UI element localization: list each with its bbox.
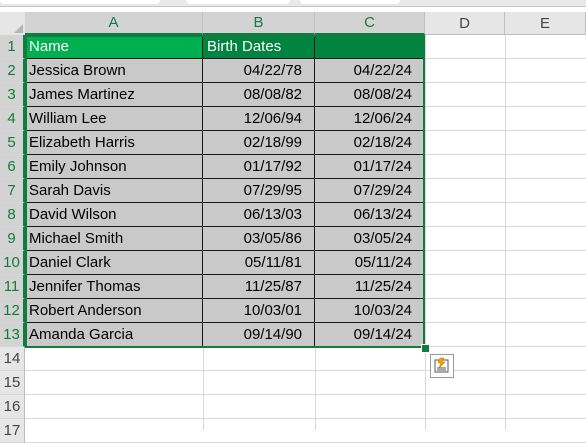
cell-b7[interactable]: 07/29/95: [203, 179, 315, 203]
cell-a4[interactable]: William Lee: [25, 107, 203, 131]
cell-a8[interactable]: David Wilson: [25, 203, 203, 227]
gridline: [425, 346, 586, 347]
gridline: [425, 274, 586, 275]
tab-fragment: [186, 0, 290, 4]
gridline: [425, 202, 586, 203]
gridline: [425, 154, 586, 155]
cell-a10[interactable]: Daniel Clark: [25, 251, 203, 275]
cell-a11[interactable]: Jennifer Thomas: [25, 275, 203, 299]
gridline: [203, 347, 204, 430]
gridline: [315, 347, 316, 430]
cell-c7[interactable]: 07/29/24: [315, 179, 425, 203]
gridline: [25, 418, 586, 419]
gridline: [25, 370, 586, 371]
gridline: [25, 394, 586, 395]
gridline: [425, 82, 586, 83]
quick-analysis-glyph: [434, 357, 449, 373]
row-header-6[interactable]: 6: [0, 155, 25, 179]
cell-a9[interactable]: Michael Smith: [25, 227, 203, 251]
cell-b13[interactable]: 09/14/90: [203, 323, 315, 347]
tab-fragment: [0, 0, 160, 4]
cell-a12[interactable]: Robert Anderson: [25, 299, 203, 323]
tab-fragment: [300, 0, 400, 4]
header-cell-b[interactable]: Birth Dates: [203, 35, 315, 59]
cell-a3[interactable]: James Martinez: [25, 83, 203, 107]
cell-a5[interactable]: Elizabeth Harris: [25, 131, 203, 155]
cell-c13[interactable]: 09/14/24: [315, 323, 425, 347]
gridline: [425, 250, 586, 251]
row-header-9[interactable]: 9: [0, 227, 25, 251]
cell-c6[interactable]: 01/17/24: [315, 155, 425, 179]
cell-c8[interactable]: 06/13/24: [315, 203, 425, 227]
cell-c11[interactable]: 11/25/24: [315, 275, 425, 299]
cell-a7[interactable]: Sarah Davis: [25, 179, 203, 203]
cell-c2[interactable]: 04/22/24: [315, 59, 425, 83]
row-header-5[interactable]: 5: [0, 131, 25, 155]
cell-b8[interactable]: 06/13/03: [203, 203, 315, 227]
column-header-b[interactable]: B: [203, 12, 315, 35]
row-header-16[interactable]: 16: [0, 395, 25, 419]
cell-b5[interactable]: 02/18/99: [203, 131, 315, 155]
column-header-e[interactable]: E: [505, 12, 586, 35]
select-all-button[interactable]: [0, 12, 26, 36]
gridline: [425, 106, 586, 107]
gridline: [425, 130, 586, 131]
cell-c5[interactable]: 02/18/24: [315, 131, 425, 155]
cell-a2[interactable]: Jessica Brown: [25, 59, 203, 83]
column-header-c[interactable]: C: [315, 12, 425, 35]
cell-b12[interactable]: 10/03/01: [203, 299, 315, 323]
row-header-11[interactable]: 11: [0, 275, 25, 299]
gridline: [425, 178, 586, 179]
row-header-13[interactable]: 13: [0, 323, 25, 347]
ribbon-edge: [0, 0, 586, 7]
cell-c10[interactable]: 05/11/24: [315, 251, 425, 275]
row-header-12[interactable]: 12: [0, 299, 25, 323]
cell-b4[interactable]: 12/06/94: [203, 107, 315, 131]
column-header-d[interactable]: D: [425, 12, 505, 35]
fill-handle[interactable]: [421, 344, 430, 353]
row-header-1[interactable]: 1: [0, 35, 25, 59]
cell-c3[interactable]: 08/08/24: [315, 83, 425, 107]
cell-b10[interactable]: 05/11/81: [203, 251, 315, 275]
cell-a6[interactable]: Emily Johnson: [25, 155, 203, 179]
row-header-8[interactable]: 8: [0, 203, 25, 227]
row-header-4[interactable]: 4: [0, 107, 25, 131]
row-header-2[interactable]: 2: [0, 59, 25, 83]
cell-b3[interactable]: 08/08/82: [203, 83, 315, 107]
cell-a13[interactable]: Amanda Garcia: [25, 323, 203, 347]
cell-c9[interactable]: 03/05/24: [315, 227, 425, 251]
gridline: [425, 226, 586, 227]
cell-b6[interactable]: 01/17/92: [203, 155, 315, 179]
cell-c4[interactable]: 12/06/24: [315, 107, 425, 131]
row-header-10[interactable]: 10: [0, 251, 25, 275]
row-header-14[interactable]: 14: [0, 347, 25, 371]
cell-b9[interactable]: 03/05/86: [203, 227, 315, 251]
quick-analysis-icon[interactable]: [430, 354, 454, 378]
header-cell-c[interactable]: [315, 35, 425, 59]
header-cell-a[interactable]: Name: [25, 35, 203, 59]
gridline: [425, 298, 586, 299]
column-header-a[interactable]: A: [25, 12, 203, 35]
cell-b2[interactable]: 04/22/78: [203, 59, 315, 83]
row-header-15[interactable]: 15: [0, 371, 25, 395]
gridline: [425, 322, 586, 323]
cell-b11[interactable]: 11/25/87: [203, 275, 315, 299]
cell-c12[interactable]: 10/03/24: [315, 299, 425, 323]
row-header-17[interactable]: 17: [0, 419, 25, 443]
row-header-7[interactable]: 7: [0, 179, 25, 203]
row-header-3[interactable]: 3: [0, 83, 25, 107]
gridline: [425, 58, 586, 59]
